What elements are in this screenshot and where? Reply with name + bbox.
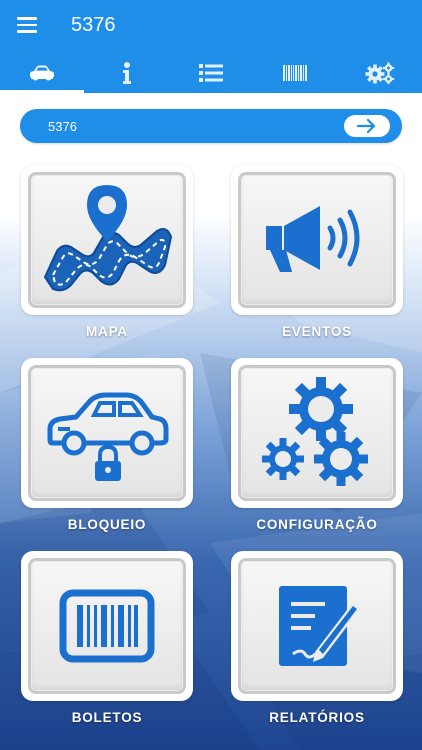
tile-configuracao[interactable]: CONFIGURAÇÃO [231, 358, 403, 532]
tile-frame [21, 165, 193, 315]
menu-icon[interactable] [17, 17, 37, 33]
tile-label: BLOQUEIO [67, 517, 147, 532]
tile-label: RELATÓRIOS [269, 710, 365, 725]
tile-mapa[interactable]: MAPA [21, 165, 193, 339]
report-icon [279, 586, 361, 666]
search-value: 5376 [48, 119, 77, 134]
tile-label: CONFIGURAÇÃO [256, 517, 378, 532]
arrow-right-icon [357, 119, 376, 133]
search-bar[interactable]: 5376 [20, 109, 402, 143]
tile-boletos[interactable]: BOLETOS [21, 551, 193, 725]
tab-barcode[interactable] [253, 52, 337, 93]
tile-frame [231, 551, 403, 701]
tile-label: MAPA [86, 324, 128, 339]
app-title: 5376 [71, 14, 116, 36]
app-bar: 5376 [0, 0, 422, 52]
gears-icon [365, 61, 394, 84]
tab-info[interactable] [84, 52, 168, 93]
info-icon [122, 61, 131, 84]
gears-icon [262, 377, 368, 486]
go-button[interactable] [344, 115, 390, 137]
car-icon [30, 65, 55, 80]
map-route-icon [43, 185, 173, 292]
tab-list[interactable] [169, 52, 253, 93]
tab-vehicle[interactable] [0, 52, 85, 93]
barcode-icon [283, 64, 308, 81]
list-icon [199, 63, 224, 82]
tile-eventos[interactable]: EVENTOS [231, 165, 403, 339]
tile-bloqueio[interactable]: BLOQUEIO [21, 358, 193, 532]
tile-label: BOLETOS [71, 710, 143, 725]
car-lock-icon [47, 392, 169, 481]
tile-frame [231, 358, 403, 508]
tile-frame [21, 358, 193, 508]
tile-label: EVENTOS [282, 324, 352, 339]
tab-settings[interactable] [338, 52, 422, 93]
tile-frame [231, 165, 403, 315]
tile-relatorios[interactable]: RELATÓRIOS [231, 551, 403, 725]
main-content: 5376 MAPA EVENTOS BLOQUEIO CONFIGURAÇÃO … [0, 93, 422, 750]
tile-frame [21, 551, 193, 701]
tab-bar [0, 52, 422, 93]
megaphone-icon [266, 206, 360, 272]
barcode-icon [59, 589, 155, 663]
